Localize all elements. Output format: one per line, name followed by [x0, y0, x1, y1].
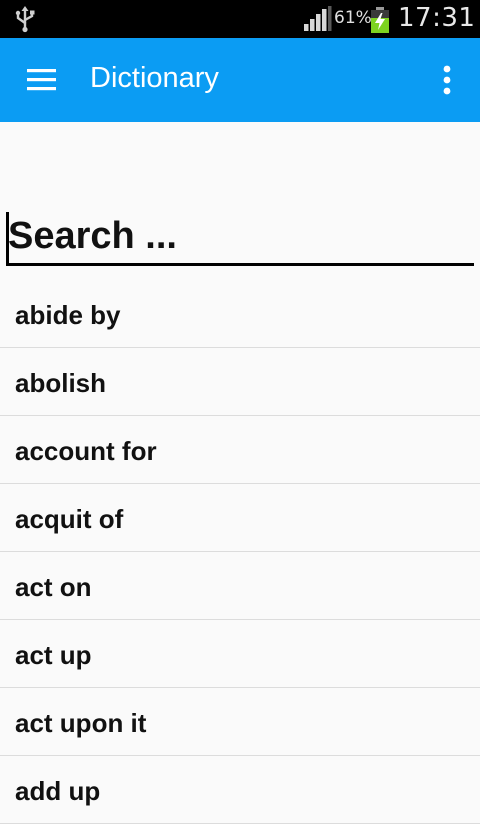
list-item[interactable]: abolish	[0, 348, 480, 416]
battery-charging-icon	[371, 7, 389, 33]
battery-percentage: 61%	[334, 8, 372, 28]
usb-icon	[15, 6, 35, 33]
list-item[interactable]: account for	[0, 416, 480, 484]
search-container	[6, 210, 474, 270]
list-item-label: account for	[15, 436, 157, 466]
list-item-label: abide by	[15, 300, 121, 330]
list-item[interactable]: add up	[0, 756, 480, 824]
list-item-label: act on	[15, 572, 92, 602]
app-title: Dictionary	[90, 62, 219, 94]
clock: 17:31	[398, 3, 476, 33]
text-cursor	[6, 212, 9, 264]
status-bar: 61% 17:31	[0, 0, 480, 38]
list-item-label: act upon it	[15, 708, 147, 738]
list-item[interactable]: abide by	[0, 280, 480, 348]
overflow-menu-button[interactable]	[430, 58, 464, 102]
list-item-label: acquit of	[15, 504, 124, 534]
app-bar: Dictionary	[0, 38, 480, 122]
list-item[interactable]: acquit of	[0, 484, 480, 552]
list-item-label: abolish	[15, 368, 107, 398]
overflow-menu-icon	[443, 65, 451, 95]
search-input[interactable]	[6, 210, 474, 266]
list-item-label: act up	[15, 640, 92, 670]
navigation-menu-button[interactable]	[14, 58, 70, 102]
list-item[interactable]: act up	[0, 620, 480, 688]
list-item[interactable]: act upon it	[0, 688, 480, 756]
signal-icon	[304, 6, 332, 31]
menu-icon	[27, 69, 56, 91]
list-item-label: add up	[15, 776, 101, 806]
word-list: abide by abolish account for acquit of a…	[0, 280, 480, 824]
list-item[interactable]: act on	[0, 552, 480, 620]
